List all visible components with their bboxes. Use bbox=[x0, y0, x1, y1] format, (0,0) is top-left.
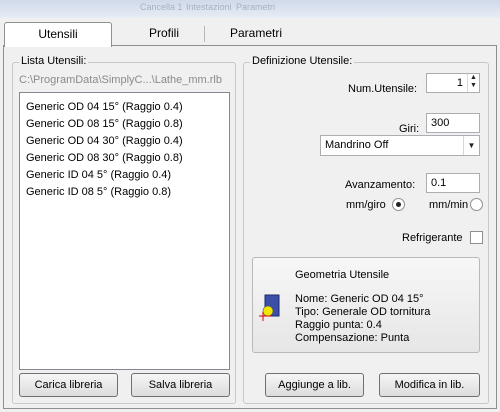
background-title-1: Cancella 1 bbox=[140, 2, 183, 12]
background-title-2: Intestazioni bbox=[186, 2, 232, 12]
coolant-label: Refrigerante bbox=[402, 232, 463, 244]
tab-separator bbox=[204, 26, 205, 42]
tool-number-label: Num.Utensile: bbox=[348, 83, 418, 95]
tool-list-item[interactable]: Generic OD 04 30° (Raggio 0.4) bbox=[20, 133, 229, 150]
tool-insert-icon bbox=[259, 294, 280, 321]
tab-parametri[interactable]: Parametri bbox=[206, 22, 306, 46]
geometry-compensation: Compensazione: Punta bbox=[295, 332, 410, 344]
tool-listbox[interactable]: Generic OD 04 15° (Raggio 0.4) Generic O… bbox=[19, 92, 230, 370]
tab-utensili[interactable]: Utensili bbox=[4, 22, 112, 47]
tool-number-spinner[interactable]: 1 ▲ ▼ bbox=[426, 73, 480, 93]
tool-list-item[interactable]: Generic ID 08 5° (Raggio 0.8) bbox=[20, 184, 229, 201]
geometry-type: Tipo: Generale OD tornitura bbox=[295, 306, 431, 318]
tool-list-item[interactable]: Generic ID 04 5° (Raggio 0.4) bbox=[20, 167, 229, 184]
tool-number-value: 1 bbox=[456, 77, 463, 89]
add-to-library-button[interactable]: Aggiunge a lib. bbox=[265, 373, 364, 397]
geometry-tip-radius: Raggio punta: 0.4 bbox=[295, 319, 382, 331]
tab-bar: Utensili Profili Parametri bbox=[4, 22, 496, 47]
tool-definition-group: Definizione Utensile: Num.Utensile: 1 ▲ ▼… bbox=[243, 55, 489, 404]
chevron-down-icon[interactable]: ▼ bbox=[463, 136, 479, 155]
geometry-title: Geometria Utensile bbox=[295, 269, 390, 281]
geometry-name: Nome: Generic OD 04 15° bbox=[295, 293, 424, 305]
tool-list-item[interactable]: Generic OD 08 15° (Raggio 0.8) bbox=[20, 116, 229, 133]
mm-per-rev-label: mm/giro bbox=[346, 199, 386, 211]
tool-geometry-box: Geometria Utensile Nome: Generic OD 04 1… bbox=[252, 257, 480, 353]
save-library-button[interactable]: Salva libreria bbox=[131, 373, 230, 397]
modify-in-library-button[interactable]: Modifica in lib. bbox=[379, 373, 480, 397]
rpm-field[interactable]: 300 bbox=[426, 113, 480, 133]
background-title-3: Parametri bbox=[236, 2, 276, 12]
mm-per-min-label: mm/min bbox=[429, 199, 469, 211]
mm-per-min-radio[interactable] bbox=[470, 198, 483, 211]
tab-panel: Lista Utensili: C:\ProgramData\SimplyC..… bbox=[3, 45, 497, 409]
radio-selected-dot bbox=[396, 202, 401, 207]
spindle-value: Mandrino Off bbox=[325, 139, 389, 151]
spindle-select[interactable]: Mandrino Off ▼ bbox=[320, 135, 480, 156]
tool-list-title: Lista Utensili: bbox=[19, 55, 89, 67]
tool-definition-title: Definizione Utensile: bbox=[250, 55, 355, 67]
spinner-arrows-icon[interactable]: ▲ ▼ bbox=[467, 74, 479, 92]
feed-label: Avanzamento: bbox=[345, 179, 416, 191]
feed-field[interactable]: 0.1 bbox=[426, 173, 480, 193]
tab-profili[interactable]: Profili bbox=[114, 22, 214, 46]
tool-list-item[interactable]: Generic OD 08 30° (Raggio 0.8) bbox=[20, 150, 229, 167]
mm-per-rev-radio[interactable] bbox=[392, 198, 405, 211]
tool-list-group: Lista Utensili: C:\ProgramData\SimplyC..… bbox=[12, 55, 236, 404]
load-library-button[interactable]: Carica libreria bbox=[19, 373, 118, 397]
tool-list-item[interactable]: Generic OD 04 15° (Raggio 0.4) bbox=[20, 99, 229, 116]
library-path: C:\ProgramData\SimplyC...\Lathe_mm.rlb bbox=[19, 74, 222, 86]
background-window-strip: Cancella 1 Intestazioni Parametri bbox=[0, 0, 500, 18]
coolant-checkbox[interactable] bbox=[470, 231, 483, 244]
rpm-label: Giri: bbox=[399, 123, 420, 135]
